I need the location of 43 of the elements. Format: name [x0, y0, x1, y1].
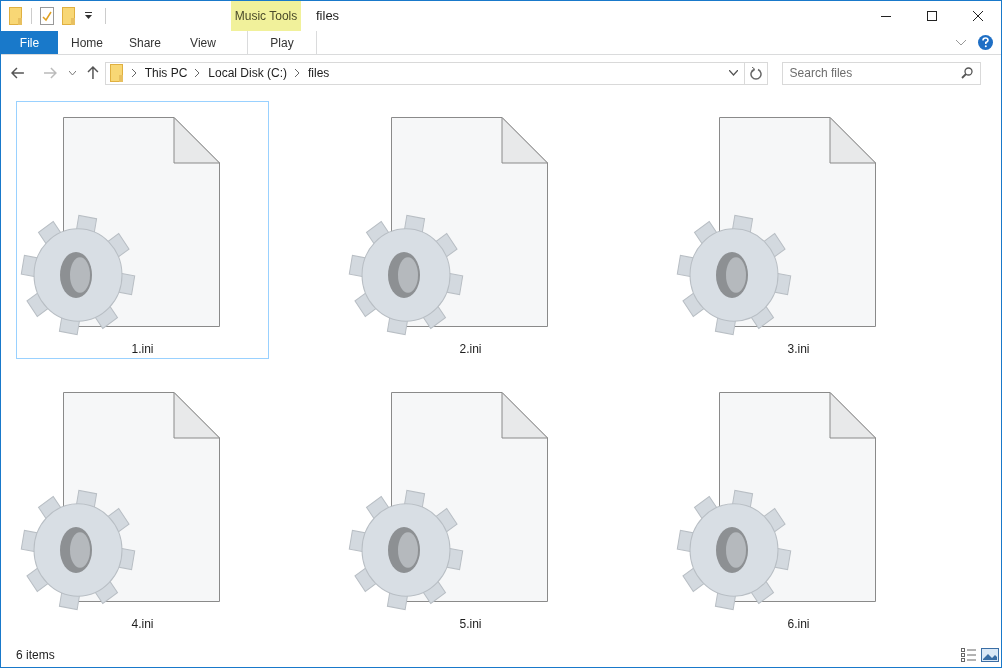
breadcrumb-item[interactable]: This PC	[144, 64, 188, 82]
file-item[interactable]: 5.ini	[344, 376, 597, 634]
ribbon-tab[interactable]: File	[1, 31, 58, 54]
file-name: 6.ini	[787, 616, 810, 633]
chevron-right-icon[interactable]	[295, 69, 300, 77]
breadcrumb-item[interactable]: Local Disk (C:)	[208, 64, 287, 82]
ribbon-tab[interactable]: Play	[247, 31, 317, 54]
item-count: 6 items	[16, 646, 55, 664]
chevron-right-icon[interactable]	[195, 69, 201, 77]
expand-ribbon-icon[interactable]	[956, 39, 966, 46]
file-name: 5.ini	[459, 616, 482, 633]
file-name: 2.ini	[459, 341, 482, 358]
ribbon-tab[interactable]: Share	[116, 31, 174, 54]
file-name: 1.ini	[131, 341, 154, 358]
file-item[interactable]: 1.ini	[16, 101, 269, 359]
file-item[interactable]: 3.ini	[672, 101, 925, 359]
refresh-icon[interactable]	[749, 66, 762, 80]
file-item[interactable]: 4.ini	[16, 376, 269, 634]
customize-toolbar-icon[interactable]	[84, 12, 93, 20]
ribbon-tab[interactable]: View	[174, 31, 232, 54]
large-icons-view-icon[interactable]	[981, 647, 999, 662]
search-field[interactable]: Search files	[781, 61, 981, 85]
help-icon[interactable]	[978, 35, 993, 50]
file-name: 4.ini	[131, 616, 154, 633]
contextual-tab-group-label: Music Tools	[231, 1, 301, 31]
back-arrow-icon[interactable]	[11, 67, 25, 79]
maximize-icon	[927, 11, 937, 21]
chevron-down-icon[interactable]	[728, 70, 738, 76]
file-name: 3.ini	[787, 341, 810, 358]
breadcrumb-item[interactable]: files	[308, 64, 330, 82]
address-bar[interactable]: This PC Local Disk (C:) files	[104, 61, 768, 85]
file-item[interactable]: 2.ini	[344, 101, 597, 359]
file-item[interactable]: 6.ini	[672, 376, 925, 634]
close-icon	[973, 11, 983, 21]
chevron-right-icon[interactable]	[131, 69, 137, 77]
ribbon-tab[interactable]: Home	[58, 31, 116, 54]
details-view-icon[interactable]	[961, 647, 977, 662]
search-icon	[961, 66, 973, 79]
up-arrow-icon[interactable]	[86, 66, 99, 80]
minimize-icon	[881, 15, 891, 17]
recent-locations-icon[interactable]	[68, 70, 76, 76]
properties-icon[interactable]	[40, 7, 54, 25]
window-title: files	[316, 7, 340, 26]
